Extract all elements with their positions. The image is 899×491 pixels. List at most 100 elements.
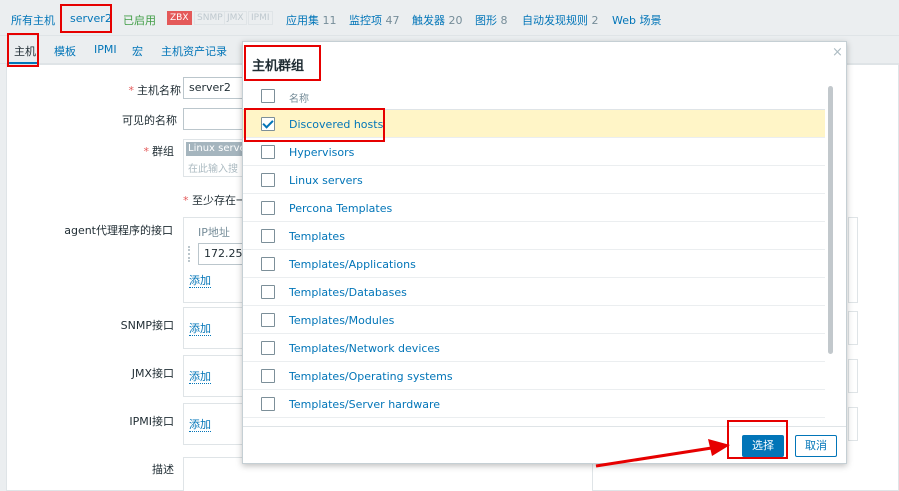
host-group-checkbox[interactable]	[261, 117, 275, 131]
host-group-row[interactable]: Templates/Databases	[243, 278, 825, 306]
host-group-link[interactable]: Percona Templates	[289, 202, 392, 215]
discovery-rules-label: 自动发现规则	[522, 14, 588, 27]
at-least-one-text: 至少存在一	[192, 194, 247, 207]
agent-interfaces-box-edge	[848, 217, 858, 303]
host-group-checkbox[interactable]	[261, 201, 275, 215]
cancel-button[interactable]: 取消	[795, 435, 837, 457]
items-count: 47	[385, 14, 400, 27]
tab-host[interactable]: 主机	[14, 43, 36, 59]
web-scenarios-label: Web 场景	[612, 14, 662, 27]
items-label: 监控项	[349, 14, 382, 27]
description-label: 描述	[152, 463, 174, 476]
all-hosts-link[interactable]: 所有主机	[11, 12, 55, 28]
tab-inventory[interactable]: 主机资产记录	[161, 43, 227, 59]
host-name-label: * 主机名称	[11, 82, 182, 98]
host-group-link[interactable]: Discovered hosts	[289, 118, 383, 131]
host-group-checkbox[interactable]	[261, 397, 275, 411]
discovery-rules-count: 2	[591, 14, 599, 27]
host-group-link[interactable]: Templates/Databases	[289, 286, 407, 299]
triggers-label: 触发器	[412, 14, 445, 27]
host-group-row[interactable]: Templates/Modules	[243, 306, 825, 334]
snmp-interfaces-box-edge	[848, 311, 858, 345]
applications-count: 11	[322, 14, 337, 27]
items-link[interactable]: 监控项 47	[349, 12, 400, 28]
ip-address-header: IP地址	[198, 226, 230, 239]
host-group-link[interactable]: Templates/Operating systems	[289, 370, 453, 383]
host-status[interactable]: 已启用	[123, 12, 156, 28]
host-group-link[interactable]: Templates	[289, 230, 345, 243]
host-group-checkbox[interactable]	[261, 313, 275, 327]
groups-label-text: 群组	[152, 145, 174, 158]
select-all-checkbox[interactable]	[261, 89, 275, 103]
host-group-checkbox[interactable]	[261, 173, 275, 187]
tab-templates[interactable]: 模板	[54, 43, 76, 59]
host-group-checkbox[interactable]	[261, 145, 275, 159]
jmx-availability-badge: JMX	[224, 11, 247, 25]
annotation-arrow	[595, 439, 730, 468]
add-jmx-interface-link[interactable]: 添加	[189, 371, 211, 384]
host-group-row[interactable]: Templates/Server hardware	[243, 390, 825, 418]
graphs-label: 图形	[475, 14, 497, 27]
graphs-link[interactable]: 图形 8	[475, 12, 508, 28]
host-group-checkbox[interactable]	[261, 285, 275, 299]
ipmi-interfaces-box-edge	[848, 407, 858, 441]
host-name-label-text: 主机名称	[137, 84, 181, 97]
host-groups-dialog: 主机群组 × 名称 Discovered hosts Hypervisors Lin…	[242, 41, 847, 464]
host-group-row[interactable]: Templates/Applications	[243, 250, 825, 278]
add-snmp-interface-link[interactable]: 添加	[189, 323, 211, 336]
host-group-row[interactable]: Percona Templates	[243, 194, 825, 222]
drag-handle-icon[interactable]	[188, 246, 192, 262]
discovery-rules-link[interactable]: 自动发现规则 2	[522, 12, 599, 28]
host-group-row[interactable]: Discovered hosts	[243, 110, 825, 138]
dialog-footer: 选择 取消	[243, 426, 846, 464]
host-group-row[interactable]: Templates/Network devices	[243, 334, 825, 362]
host-navigation: 所有主机 server2 已启用 ZBX SNMP JMX IPMI 应用集 1…	[0, 0, 899, 36]
applications-label: 应用集	[286, 14, 319, 27]
applications-link[interactable]: 应用集 11	[286, 12, 337, 28]
host-group-row[interactable]: Templates	[243, 222, 825, 250]
required-asterisk: *	[143, 145, 150, 158]
host-name-link[interactable]: server2	[70, 12, 112, 25]
ipmi-availability-badge: IPMI	[248, 11, 273, 25]
at-least-one-note: * 至少存在一	[183, 192, 247, 208]
host-group-row[interactable]: Linux servers	[243, 166, 825, 194]
list-scrollbar-thumb[interactable]	[828, 86, 833, 354]
host-group-row[interactable]: Templates/Operating systems	[243, 362, 825, 390]
host-group-link[interactable]: Hypervisors	[289, 146, 354, 159]
ipmi-interfaces-label: IPMI接口	[129, 415, 174, 428]
jmx-interfaces-label: JMX接口	[131, 367, 174, 380]
host-group-checkbox[interactable]	[261, 369, 275, 383]
zbx-availability-badge: ZBX	[167, 11, 192, 25]
host-group-link[interactable]: Templates/Applications	[289, 258, 416, 271]
tab-ipmi[interactable]: IPMI	[94, 43, 117, 56]
host-group-link[interactable]: Templates/Modules	[289, 314, 394, 327]
dialog-title: 主机群组	[252, 59, 305, 74]
group-search-placeholder[interactable]: 在此输入搜	[188, 160, 238, 175]
select-button[interactable]: 选择	[742, 435, 784, 457]
add-ipmi-interface-link[interactable]: 添加	[189, 419, 211, 432]
web-scenarios-link[interactable]: Web 场景	[612, 12, 661, 28]
visible-name-label: 可见的名称	[122, 114, 177, 127]
graphs-count: 8	[500, 14, 508, 27]
add-agent-interface-link[interactable]: 添加	[189, 275, 211, 288]
host-group-link[interactable]: Templates/Network devices	[289, 342, 440, 355]
column-name-header: 名称	[289, 94, 309, 105]
triggers-link[interactable]: 触发器 20	[412, 12, 463, 28]
jmx-interfaces-box-edge	[848, 359, 858, 393]
host-groups-list: 名称 Discovered hosts Hypervisors Linux serv…	[243, 82, 825, 426]
required-asterisk: *	[183, 194, 192, 207]
host-group-checkbox[interactable]	[261, 257, 275, 271]
required-asterisk: *	[128, 84, 135, 97]
host-group-link[interactable]: Templates/Server hardware	[289, 398, 440, 411]
close-icon[interactable]: ×	[832, 45, 843, 60]
snmp-availability-badge: SNMP	[194, 11, 226, 25]
agent-interfaces-label: agent代理程序的接口	[64, 224, 173, 237]
host-group-checkbox[interactable]	[261, 341, 275, 355]
host-group-row[interactable]: Hypervisors	[243, 138, 825, 166]
tab-macros[interactable]: 宏	[132, 43, 143, 59]
snmp-interfaces-label: SNMP接口	[120, 319, 174, 332]
host-group-link[interactable]: Linux servers	[289, 174, 363, 187]
host-group-checkbox[interactable]	[261, 229, 275, 243]
groups-label: * 群组	[4, 143, 175, 159]
list-header: 名称	[243, 82, 825, 110]
